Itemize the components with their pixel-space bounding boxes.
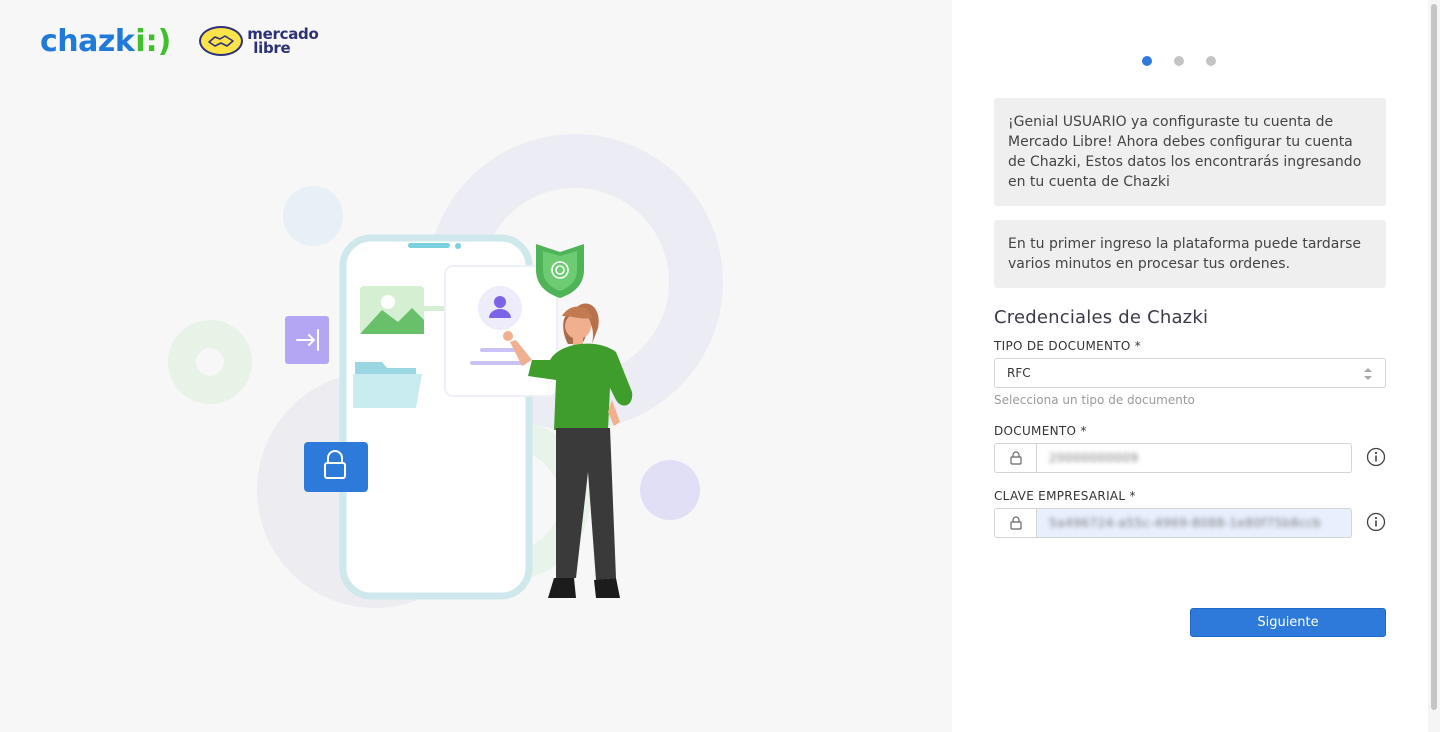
phone-security-illustration (168, 134, 723, 608)
document-type-value: RFC (1007, 366, 1031, 380)
folder-front (353, 374, 422, 408)
right-panel: ¡Genial USUARIO ya configuraste tu cuent… (952, 0, 1428, 732)
step-indicator (1142, 56, 1216, 66)
left-panel: chazk i:) mercado libre (0, 0, 952, 732)
chazki-logo: chazk i:) (40, 23, 172, 59)
step-dot-3[interactable] (1206, 56, 1216, 66)
scrollbar-thumb[interactable] (1431, 4, 1437, 710)
scrollbar[interactable] (1428, 0, 1440, 732)
sort-arrows-icon (1364, 368, 1372, 380)
bg-bubble-purple (640, 460, 700, 520)
business-key-input-value: 5a496724-a55c-4969-8088-1e80f75b8ccb (1049, 516, 1322, 530)
document-input[interactable]: 20000000009 (1037, 443, 1352, 473)
delay-message: En tu primer ingreso la plataforma puede… (994, 220, 1386, 288)
chazki-logo-word: chazk (40, 23, 135, 59)
phone-camera (455, 243, 461, 249)
info-icon[interactable] (1366, 447, 1386, 467)
business-key-input[interactable]: 5a496724-a55c-4969-8088-1e80f75b8ccb (1037, 508, 1352, 538)
bg-bubble-blue (283, 186, 343, 246)
bg-ring-green-hole (196, 348, 224, 376)
next-button[interactable]: Siguiente (1190, 608, 1386, 637)
document-type-helper: Selecciona un tipo de documento (994, 393, 1195, 407)
chazki-logo-mark: i:) (135, 23, 172, 59)
ml-line-2: libre (253, 39, 291, 57)
image-sun (381, 295, 395, 309)
step-dot-2[interactable] (1174, 56, 1184, 66)
lock-icon (1009, 516, 1022, 530)
document-label: DOCUMENTO * (994, 424, 1087, 438)
business-key-label: CLAVE EMPRESARIAL * (994, 489, 1136, 503)
lock-icon (1009, 451, 1022, 465)
lock-card (304, 442, 368, 492)
document-lock-addon (994, 443, 1037, 473)
phone-speaker (408, 243, 450, 248)
document-input-group: 20000000009 (994, 443, 1352, 473)
business-key-input-group: 5a496724-a55c-4969-8088-1e80f75b8ccb (994, 508, 1352, 538)
config-message: ¡Genial USUARIO ya configuraste tu cuent… (994, 98, 1386, 206)
info-icon[interactable] (1366, 512, 1386, 532)
document-type-label: TIPO DE DOCUMENTO * (994, 339, 1142, 353)
mercado-libre-wordmark: mercado libre (247, 27, 318, 57)
document-input-value: 20000000009 (1049, 451, 1139, 465)
handshake-icon (199, 26, 244, 56)
section-title: Credenciales de Chazki (994, 307, 1209, 328)
step-dot-1[interactable] (1142, 56, 1152, 66)
mercado-libre-logo: mercado libre (199, 26, 319, 57)
document-type-select[interactable]: RFC (994, 358, 1386, 388)
logo-bar: chazk i:) mercado libre (40, 23, 319, 59)
business-key-lock-addon (994, 508, 1037, 538)
